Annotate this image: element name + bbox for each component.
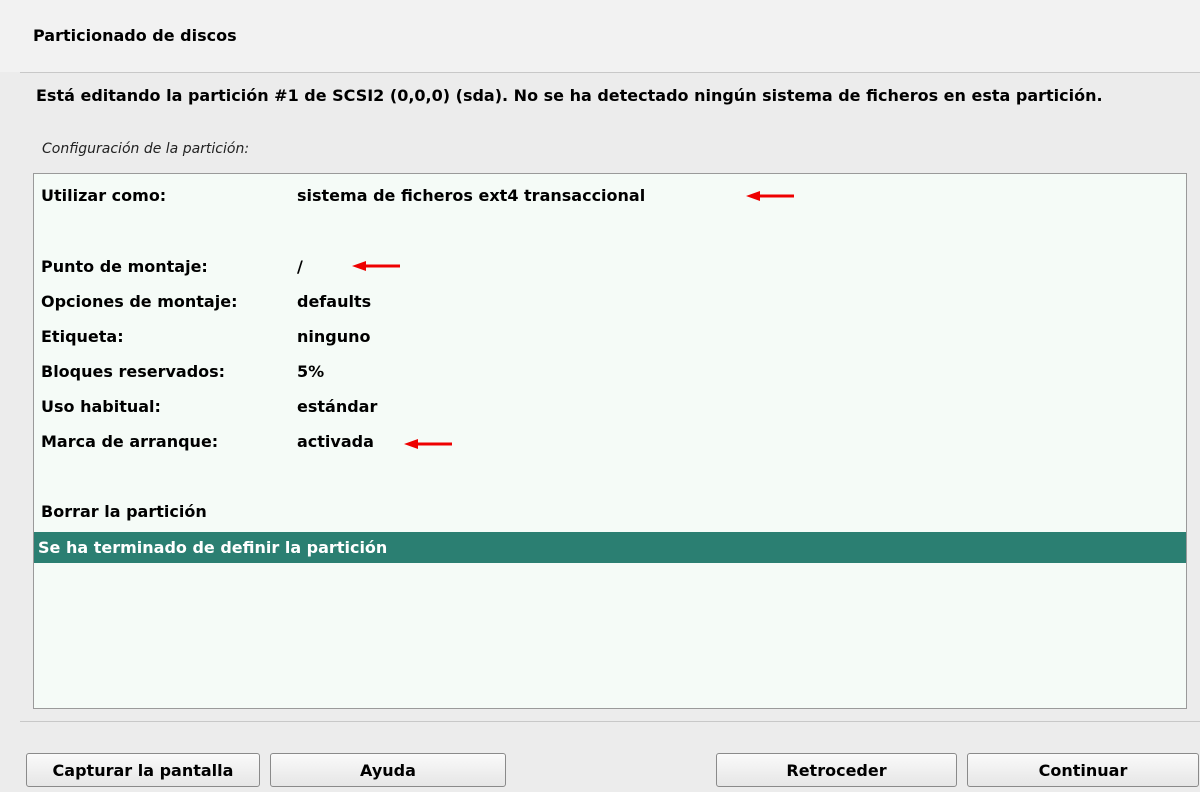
setting-value: defaults bbox=[297, 292, 372, 311]
delete-partition-item[interactable]: Borrar la partición bbox=[34, 496, 1186, 527]
setting-value: / bbox=[297, 257, 303, 276]
annotation-arrow-icon bbox=[352, 261, 400, 271]
setting-mount-options[interactable]: Opciones de montaje: defaults bbox=[34, 286, 1186, 317]
setting-value: ninguno bbox=[297, 327, 371, 346]
setting-reserved-blocks[interactable]: Bloques reservados: 5% bbox=[34, 356, 1186, 387]
setting-label: Uso habitual: bbox=[41, 397, 161, 416]
continue-button[interactable]: Continuar bbox=[967, 753, 1199, 787]
back-button[interactable]: Retroceder bbox=[716, 753, 957, 787]
setting-value: activada bbox=[297, 432, 374, 451]
setting-bootable-flag[interactable]: Marca de arranque: activada bbox=[34, 426, 1186, 457]
setting-use-as[interactable]: Utilizar como: sistema de ficheros ext4 … bbox=[34, 180, 1186, 211]
setting-label-field[interactable]: Etiqueta: ninguno bbox=[34, 321, 1186, 352]
setting-mount-point[interactable]: Punto de montaje: / bbox=[34, 251, 1186, 282]
setting-label: Opciones de montaje: bbox=[41, 292, 238, 311]
annotation-arrow-icon bbox=[404, 439, 452, 449]
setting-typical-usage[interactable]: Uso habitual: estándar bbox=[34, 391, 1186, 422]
setting-label: Utilizar como: bbox=[41, 186, 167, 205]
help-button[interactable]: Ayuda bbox=[270, 753, 506, 787]
setting-label: Etiqueta: bbox=[41, 327, 124, 346]
partition-settings-subtitle: Configuración de la partición: bbox=[42, 141, 250, 157]
setting-label: Punto de montaje: bbox=[41, 257, 208, 276]
setting-value: 5% bbox=[297, 362, 325, 381]
done-partition-label: Se ha terminado de definir la partición bbox=[38, 538, 388, 557]
header-bar: Particionado de discos bbox=[0, 0, 1200, 72]
setting-value: sistema de ficheros ext4 transaccional bbox=[297, 186, 646, 205]
done-partition-item[interactable]: Se ha terminado de definir la partición bbox=[34, 532, 1186, 563]
annotation-arrow-icon bbox=[746, 191, 794, 201]
partition-description: Está editando la partición #1 de SCSI2 (… bbox=[36, 86, 1103, 105]
delete-partition-label: Borrar la partición bbox=[41, 502, 207, 521]
partition-settings-list[interactable]: Utilizar como: sistema de ficheros ext4 … bbox=[33, 173, 1187, 709]
installer-window: Particionado de discos Está editando la … bbox=[0, 0, 1200, 792]
screenshot-button[interactable]: Capturar la pantalla bbox=[26, 753, 260, 787]
setting-label: Bloques reservados: bbox=[41, 362, 226, 381]
step-title: Particionado de discos bbox=[33, 26, 237, 45]
setting-value: estándar bbox=[297, 397, 378, 416]
setting-label: Marca de arranque: bbox=[41, 432, 219, 451]
